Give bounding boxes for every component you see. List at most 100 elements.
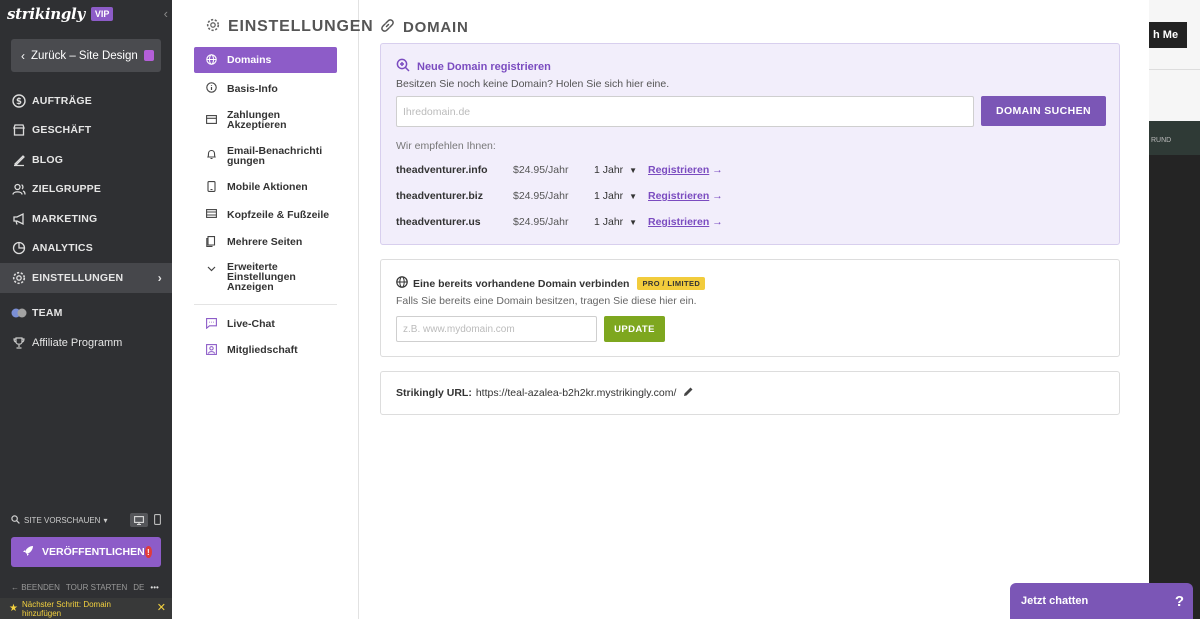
caret-down-icon: ▼ (629, 192, 638, 201)
recommended-price: $24.95/Jahr (513, 216, 569, 228)
gear-icon (206, 18, 220, 36)
sidebar-item-affiliate[interactable]: Affiliate Programm (0, 328, 172, 358)
back-to-site-design-button[interactable]: ‹ Zurück – Site Design (11, 39, 161, 72)
domain-search-button[interactable]: DOMAIN SUCHEN (981, 96, 1106, 126)
pen-icon (11, 152, 27, 168)
sidebar-item-team[interactable]: TEAM (0, 299, 172, 329)
preview-background-label[interactable]: RUND (1149, 121, 1200, 155)
arrow-right-icon: → (712, 216, 723, 228)
close-icon[interactable]: ✕ (157, 603, 166, 614)
settings-title: EINSTELLUNGEN (206, 18, 374, 36)
app-window: strikingly VIP ‹ ‹ Zurück – Site Design … (0, 0, 1200, 619)
pages-icon (205, 235, 217, 249)
start-tour-link[interactable]: TOUR STARTEN (66, 583, 127, 592)
bell-icon (205, 149, 217, 162)
preview-cta-button[interactable]: h Me (1149, 22, 1187, 48)
help-icon[interactable]: ? (1175, 593, 1184, 610)
settings-title-text: EINSTELLUNGEN (228, 18, 374, 35)
site-preview-strip: h Me RUND (1149, 0, 1200, 619)
editor-sidebar: strikingly VIP ‹ ‹ Zurück – Site Design … (0, 0, 172, 619)
svg-text:$: $ (16, 97, 22, 107)
term-select[interactable]: 1 Jahr ▼ (594, 216, 648, 228)
strikingly-logo[interactable]: strikingly (7, 5, 85, 23)
bottom-links: ← BEENDEN TOUR STARTEN DE ••• (11, 583, 159, 592)
register-link[interactable]: Registrieren (648, 190, 709, 202)
caret-down-icon: ▼ (629, 218, 638, 227)
publish-label: VERÖFFENTLICHEN (42, 546, 145, 558)
exit-link[interactable]: ← BEENDEN (11, 583, 60, 592)
exit-link-label: BEENDEN (21, 583, 60, 592)
sidebar-item-einstellungen[interactable]: EINSTELLUNGEN › (0, 263, 172, 293)
pie-chart-icon (11, 240, 27, 256)
term-select[interactable]: 1 Jahr ▼ (594, 190, 648, 202)
sidebar-item-marketing[interactable]: MARKETING (0, 204, 172, 234)
settings-item-basis-info[interactable]: Basis-Info (194, 74, 337, 103)
settings-item-email[interactable]: Email-Benachrichtigungen (194, 137, 337, 174)
register-link[interactable]: Registrieren (648, 164, 709, 176)
recommended-price: $24.95/Jahr (513, 190, 569, 202)
settings-item-erweitert[interactable]: Erweiterte Einstellungen Anzeigen (194, 255, 337, 299)
more-menu[interactable]: ••• (150, 583, 158, 592)
settings-item-mitgliedschaft[interactable]: Mitgliedschaft (194, 337, 337, 363)
settings-panel: EINSTELLUNGEN Domains Basis-Info Zahlung… (172, 0, 1149, 619)
publish-button[interactable]: VERÖFFENTLICHEN ! (11, 537, 161, 567)
sidebar-item-label: GESCHÄFT (32, 124, 92, 137)
arrow-right-icon: → (712, 164, 723, 176)
page-icon (143, 50, 154, 61)
sidebar-item-analytics[interactable]: ANALYTICS (0, 234, 172, 264)
edit-pencil-icon[interactable] (683, 386, 694, 400)
sidebar-nav: $ AUFTRÄGE GESCHÄFT BLOG ZIELGRUPPE MARK… (0, 86, 172, 358)
register-subtitle: Besitzen Sie noch keine Domain? Holen Si… (396, 78, 670, 90)
settings-item-kopfzeile[interactable]: Kopfzeile & Fußzeile (194, 200, 337, 229)
desktop-icon[interactable] (130, 513, 148, 527)
preview-divider (1149, 69, 1200, 70)
settings-item-label: Live-Chat (227, 318, 275, 330)
settings-item-mobile[interactable]: Mobile Aktionen (194, 174, 337, 200)
recommended-domain: theadventurer.biz (396, 190, 483, 202)
domain-search-input[interactable] (396, 96, 974, 127)
recommendation-row: theadventurer.us $24.95/Jahr 1 Jahr ▼ Re… (396, 215, 723, 229)
settings-item-mehrere-seiten[interactable]: Mehrere Seiten (194, 229, 337, 255)
chevron-right-icon: › (157, 270, 162, 285)
connect-heading-text: Eine bereits vorhandene Domain verbinden (413, 277, 630, 290)
link-icon (380, 18, 395, 37)
own-domain-input[interactable] (396, 316, 597, 342)
mobile-icon[interactable] (154, 513, 161, 527)
sidebar-item-auftraege[interactable]: $ AUFTRÄGE (0, 86, 172, 116)
sidebar-item-zielgruppe[interactable]: ZIELGRUPPE (0, 175, 172, 205)
sidebar-item-label: TEAM (32, 307, 63, 320)
site-preview-dropdown[interactable]: SITE VORSCHAUEN (24, 516, 100, 525)
connect-heading: Eine bereits vorhandene Domain verbinden… (396, 276, 706, 291)
settings-item-zahlungen[interactable]: Zahlungen Akzeptieren (194, 103, 337, 137)
live-chat-button[interactable]: Jetzt chatten ? (1010, 583, 1193, 619)
megaphone-icon (11, 211, 27, 227)
settings-item-label: Mitgliedschaft (227, 344, 298, 356)
url-label: Strikingly URL: (396, 387, 472, 399)
settings-item-label: Erweiterte Einstellungen Anzeigen (227, 261, 296, 293)
sidebar-item-geschaeft[interactable]: GESCHÄFT (0, 116, 172, 146)
card-icon (205, 114, 217, 126)
settings-menu: Domains Basis-Info Zahlungen Akzeptieren… (194, 47, 337, 363)
team-avatars-icon (11, 305, 27, 321)
sidebar-item-label: AUFTRÄGE (32, 94, 92, 107)
sidebar-item-blog[interactable]: BLOG (0, 145, 172, 175)
next-step-banner[interactable]: ★ Nächster Schritt: Domain hinzufügen ✕ (0, 598, 172, 619)
collapse-sidebar-icon[interactable]: ‹ (164, 6, 168, 21)
register-link[interactable]: Registrieren (648, 216, 709, 228)
store-icon (11, 122, 27, 138)
sidebar-item-label: BLOG (32, 153, 64, 166)
settings-item-live-chat[interactable]: Live-Chat (194, 311, 337, 337)
connect-domain-box: Eine bereits vorhandene Domain verbinden… (380, 259, 1120, 357)
settings-divider (194, 304, 337, 305)
strikingly-url-box: Strikingly URL: https://teal-azalea-b2h2… (380, 371, 1120, 415)
register-heading: Neue Domain registrieren (396, 58, 551, 75)
sidebar-item-label: Affiliate Programm (32, 336, 123, 349)
search-icon (11, 514, 20, 526)
update-button[interactable]: UPDATE (604, 316, 665, 342)
info-icon (205, 82, 217, 95)
mobile-icon (205, 180, 217, 194)
language-switch[interactable]: DE (133, 583, 144, 592)
settings-item-domains[interactable]: Domains (194, 47, 337, 73)
sidebar-item-label: ZIELGRUPPE (32, 183, 102, 196)
term-select[interactable]: 1 Jahr ▼ (594, 164, 648, 176)
